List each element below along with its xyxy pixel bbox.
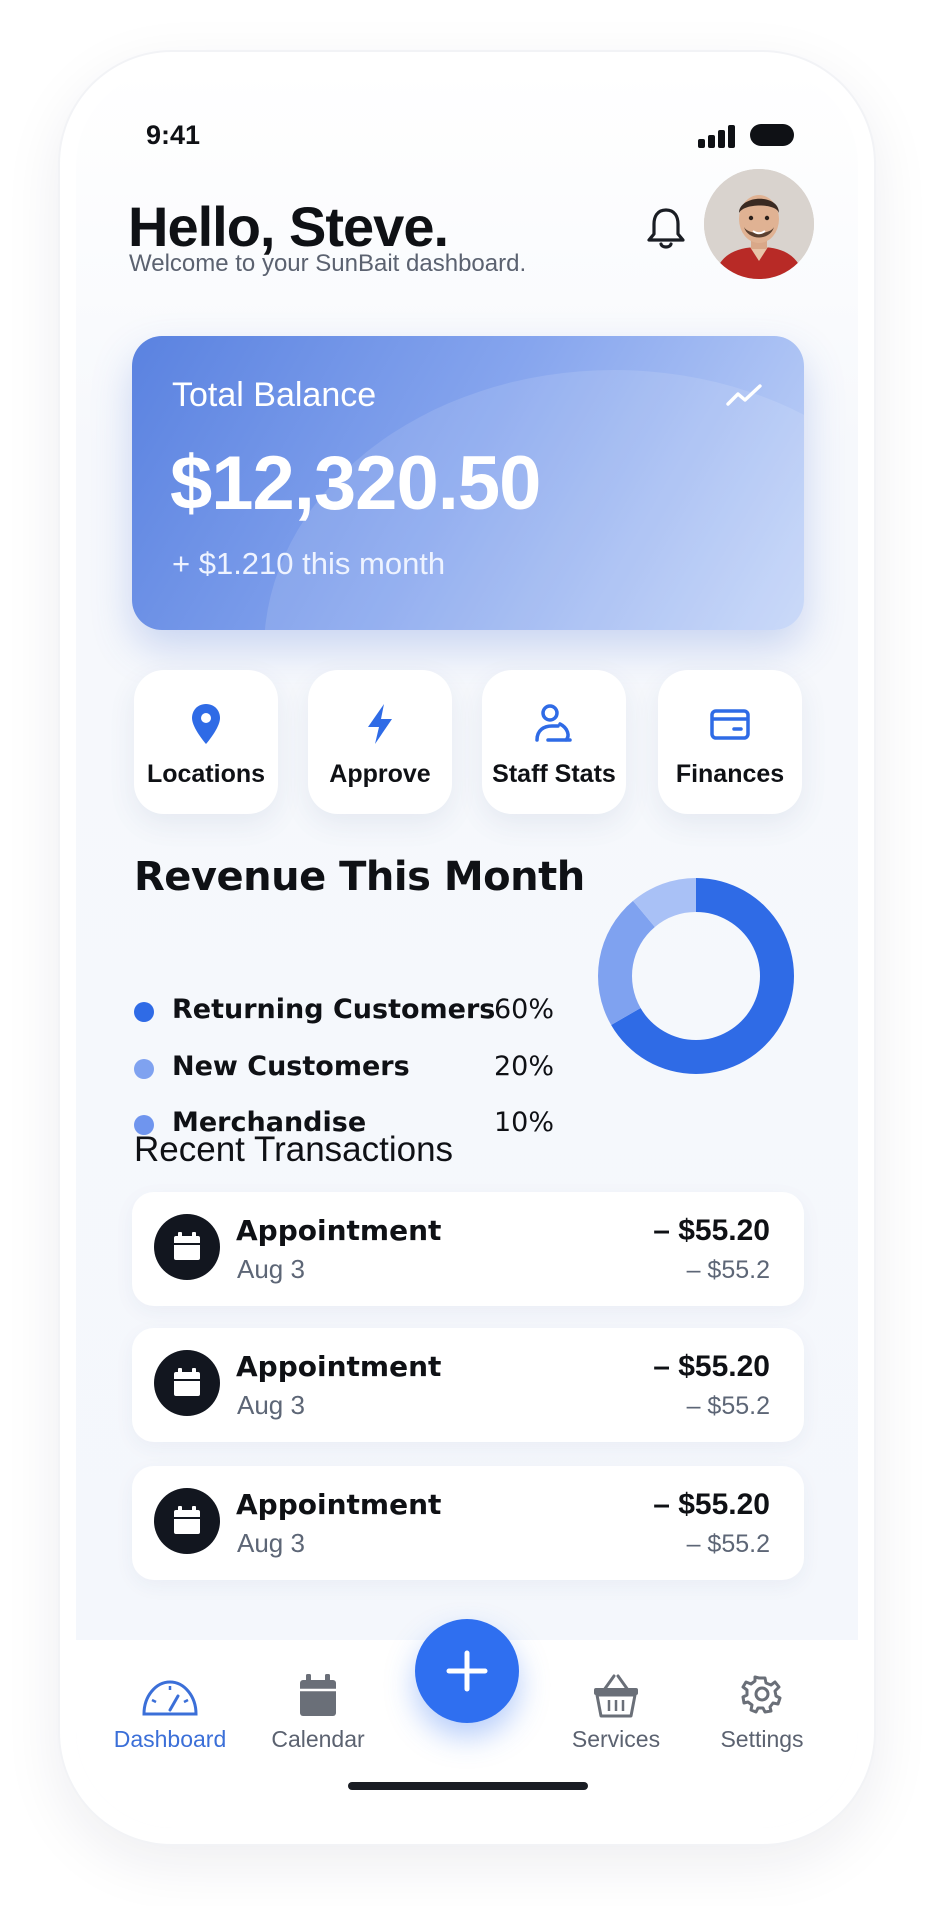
transaction-row[interactable]: Appointment Aug 3 – $55.20 – $55.2 bbox=[132, 1466, 804, 1580]
action-label: Approve bbox=[329, 760, 431, 788]
legend-item: New Customers 20% bbox=[134, 1049, 554, 1089]
action-locations[interactable]: Locations bbox=[134, 670, 278, 814]
transaction-name: Appointment bbox=[236, 1488, 442, 1521]
calendar-icon bbox=[154, 1350, 220, 1416]
balance-amount: $12,320.50 bbox=[170, 441, 541, 526]
transaction-row[interactable]: Appointment Aug 3 – $55.20 – $55.2 bbox=[132, 1328, 804, 1442]
legend-percent: 20% bbox=[493, 1051, 554, 1082]
speedometer-icon bbox=[142, 1680, 198, 1716]
action-staff-stats[interactable]: Staff Stats bbox=[482, 670, 626, 814]
action-approve[interactable]: Approve bbox=[308, 670, 452, 814]
legend-dot bbox=[134, 1002, 154, 1022]
gear-icon bbox=[741, 1675, 782, 1714]
transaction-date: Aug 3 bbox=[237, 1254, 305, 1284]
map-pin-icon bbox=[182, 700, 230, 748]
action-label: Staff Stats bbox=[492, 760, 616, 788]
transaction-name: Appointment bbox=[236, 1214, 442, 1247]
bell-icon[interactable] bbox=[642, 202, 690, 254]
nav-label: Calendar bbox=[271, 1726, 365, 1752]
app-screen: 9:41 Hello, Steve. Welcome to your SunBa… bbox=[76, 68, 858, 1828]
trend-up-icon[interactable] bbox=[726, 382, 762, 408]
donut-slice-new-customers bbox=[598, 900, 655, 1025]
calendar-icon bbox=[154, 1488, 220, 1554]
legend-percent: 10% bbox=[493, 1107, 554, 1138]
transaction-amount: – $55.20 bbox=[653, 1488, 770, 1521]
transaction-name: Appointment bbox=[236, 1350, 442, 1383]
transaction-amount: – $55.20 bbox=[653, 1214, 770, 1247]
home-indicator[interactable] bbox=[348, 1782, 588, 1790]
action-label: Locations bbox=[146, 760, 266, 788]
nav-calendar[interactable]: Calendar bbox=[248, 1670, 388, 1753]
nav-dashboard[interactable]: Dashboard bbox=[100, 1670, 240, 1753]
calendar-icon bbox=[300, 1674, 336, 1716]
transaction-date: Aug 3 bbox=[237, 1390, 305, 1420]
nav-services[interactable]: Services bbox=[546, 1670, 686, 1753]
status-time: 9:41 bbox=[146, 120, 201, 150]
nav-label: Settings bbox=[720, 1726, 804, 1752]
balance-card[interactable]: Total Balance $12,320.50 + $1.210 this m… bbox=[132, 336, 804, 630]
balance-change: + $1.210 this month bbox=[172, 546, 446, 581]
nav-settings[interactable]: Settings bbox=[692, 1670, 832, 1753]
avatar[interactable] bbox=[704, 169, 814, 279]
transaction-amount: – $55.20 bbox=[653, 1350, 770, 1383]
plus-icon bbox=[446, 1650, 488, 1692]
revenue-title: Revenue This Month bbox=[134, 854, 585, 900]
revenue-donut-chart bbox=[598, 878, 794, 1074]
transaction-subamount: – $55.2 bbox=[686, 1530, 770, 1558]
transaction-row[interactable]: Appointment Aug 3 – $55.20 – $55.2 bbox=[132, 1192, 804, 1306]
legend-percent: 60% bbox=[493, 994, 554, 1025]
greeting-subtitle: Welcome to your SunBait dashboard. bbox=[129, 250, 527, 277]
legend-label: New Customers bbox=[172, 1051, 410, 1082]
transaction-date: Aug 3 bbox=[237, 1528, 305, 1558]
battery-icon bbox=[750, 124, 794, 146]
phone-frame: 9:41 Hello, Steve. Welcome to your SunBa… bbox=[60, 52, 874, 1844]
transactions-title: Recent Transactions bbox=[134, 1130, 454, 1169]
legend-dot bbox=[134, 1059, 154, 1079]
cellular-signal-icon bbox=[698, 124, 736, 148]
wallet-icon bbox=[706, 700, 754, 748]
legend-label: Returning Customers bbox=[172, 994, 496, 1025]
add-button[interactable] bbox=[415, 1619, 519, 1723]
nav-label: Services bbox=[571, 1726, 661, 1752]
basket-icon bbox=[594, 1674, 638, 1718]
nav-label: Dashboard bbox=[113, 1726, 227, 1752]
transaction-subamount: – $55.2 bbox=[686, 1256, 770, 1284]
balance-label: Total Balance bbox=[172, 376, 377, 414]
legend-item: Returning Customers 60% bbox=[134, 992, 554, 1032]
action-finances[interactable]: Finances bbox=[658, 670, 802, 814]
action-label: Finances bbox=[675, 760, 785, 788]
calendar-icon bbox=[154, 1214, 220, 1280]
staff-icon bbox=[530, 700, 578, 748]
lightning-icon bbox=[356, 700, 404, 748]
transaction-subamount: – $55.2 bbox=[686, 1392, 770, 1420]
